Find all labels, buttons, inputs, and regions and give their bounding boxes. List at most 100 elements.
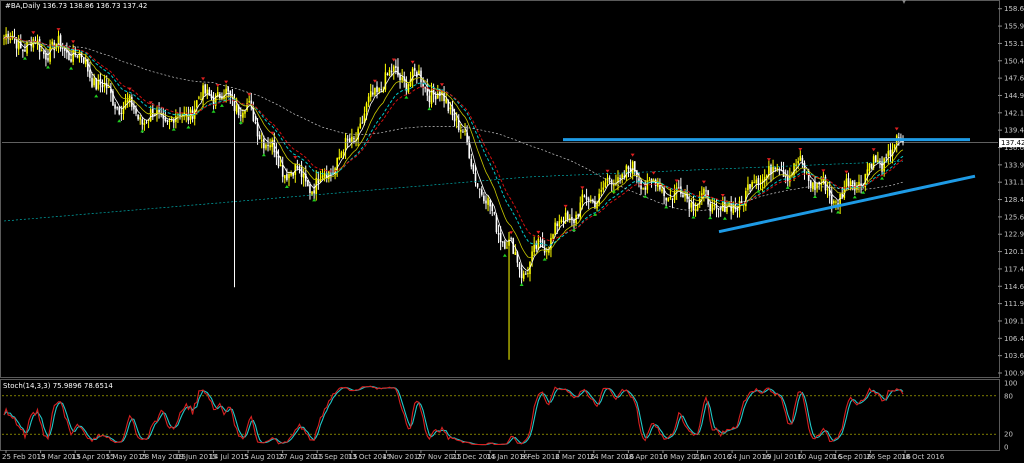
candle-body xyxy=(118,107,121,115)
candle-body xyxy=(889,150,892,156)
candle-body xyxy=(604,182,607,188)
candle-body xyxy=(520,268,523,279)
candle-body xyxy=(514,252,517,255)
candle-body xyxy=(298,166,301,168)
candle-body xyxy=(390,71,393,73)
candle-body xyxy=(76,56,79,58)
candle-body xyxy=(703,188,705,195)
candle-body xyxy=(279,164,282,167)
candle-body xyxy=(376,86,378,93)
candle-body xyxy=(694,209,697,211)
candle-body xyxy=(116,107,118,109)
candle-body xyxy=(57,36,60,45)
candle-body xyxy=(407,84,410,93)
y-axis-tick-label: 131.15 xyxy=(1004,179,1024,187)
candle-body xyxy=(227,87,230,92)
y-axis-tick-label: 103.65 xyxy=(1004,352,1024,360)
candle-body xyxy=(151,109,154,117)
candle-body xyxy=(168,120,171,122)
candle-body xyxy=(527,273,529,275)
candle-body xyxy=(284,175,286,179)
candle-body xyxy=(296,165,299,169)
candle-body xyxy=(556,223,559,227)
candle-body xyxy=(369,91,372,98)
candle-body xyxy=(493,212,496,214)
candle-body xyxy=(803,162,806,172)
y-axis-tick-label: 117.40 xyxy=(1004,265,1024,273)
stoch-axis-tick-label: 100 xyxy=(1004,380,1017,388)
candle-body xyxy=(535,244,538,249)
x-axis-tick-label: 18 Oct 2016 xyxy=(901,453,945,461)
candle-body xyxy=(560,219,563,223)
candle-body xyxy=(61,47,64,49)
candle-body xyxy=(799,155,802,161)
candle-body xyxy=(753,182,756,184)
candle-body xyxy=(669,197,672,199)
candle-body xyxy=(816,183,818,189)
candle-body xyxy=(644,187,647,190)
candle-body xyxy=(82,58,85,63)
candle-body xyxy=(522,273,525,279)
candle-body xyxy=(602,187,605,190)
candle-body xyxy=(506,247,508,249)
candle-body xyxy=(380,89,383,91)
y-axis-tick-label: 128.40 xyxy=(1004,196,1024,204)
candle-body xyxy=(265,144,267,149)
y-axis-tick-label: 125.65 xyxy=(1004,213,1024,221)
candle-body xyxy=(294,164,297,175)
candle-body xyxy=(434,95,437,100)
candle-body xyxy=(269,145,271,148)
candle-body xyxy=(893,144,896,149)
candle-body xyxy=(483,195,485,202)
candle-body xyxy=(736,208,739,211)
candle-body xyxy=(351,136,353,142)
candle-body xyxy=(690,202,693,208)
candle-body xyxy=(596,202,598,209)
price-chart[interactable]: 158.65 155.90 153.15 150.40 147.65 144.90 142.… xyxy=(0,0,1024,463)
candle-body xyxy=(613,184,615,186)
candle-body xyxy=(242,112,244,118)
candle-body xyxy=(424,87,427,89)
candle-body xyxy=(372,92,374,95)
candle-body xyxy=(583,195,586,197)
candle-body xyxy=(470,158,473,167)
candle-body xyxy=(866,169,869,176)
candle-body xyxy=(137,115,139,120)
candle-body xyxy=(120,112,123,114)
candle-body xyxy=(589,199,592,201)
candle-body xyxy=(566,211,569,220)
candle-body xyxy=(114,104,116,109)
stoch-title: Stoch(14,3,3) 75.9896 78.6514 xyxy=(3,382,113,390)
candle-body xyxy=(543,248,546,253)
candle-body xyxy=(78,52,81,59)
candle-body xyxy=(288,173,290,179)
candle-body xyxy=(770,165,772,175)
candle-body xyxy=(70,59,72,62)
candle-body xyxy=(401,77,403,81)
candle-body xyxy=(833,200,835,204)
candle-body xyxy=(313,190,315,194)
candle-body xyxy=(797,161,800,164)
candle-body xyxy=(139,117,142,120)
candle-body xyxy=(851,180,854,185)
y-axis-tick-label: 114.65 xyxy=(1004,283,1024,291)
candle-body xyxy=(571,216,573,220)
candle-body xyxy=(145,121,148,123)
candle-body xyxy=(302,173,305,178)
candle-body xyxy=(830,195,833,205)
candle-body xyxy=(870,163,873,168)
candle-body xyxy=(198,97,200,99)
candle-body xyxy=(361,122,364,124)
candle-body xyxy=(455,118,458,120)
candle-body xyxy=(449,107,452,110)
candle-body xyxy=(107,87,110,89)
candle-body xyxy=(235,105,238,113)
candle-body xyxy=(661,189,663,192)
candle-body xyxy=(239,115,242,117)
candle-body xyxy=(124,100,127,109)
candle-body xyxy=(344,137,347,151)
candle-body xyxy=(749,184,751,189)
y-axis-tick-label: 139.40 xyxy=(1004,127,1024,135)
candle-body xyxy=(445,99,447,103)
candle-body xyxy=(338,157,341,159)
